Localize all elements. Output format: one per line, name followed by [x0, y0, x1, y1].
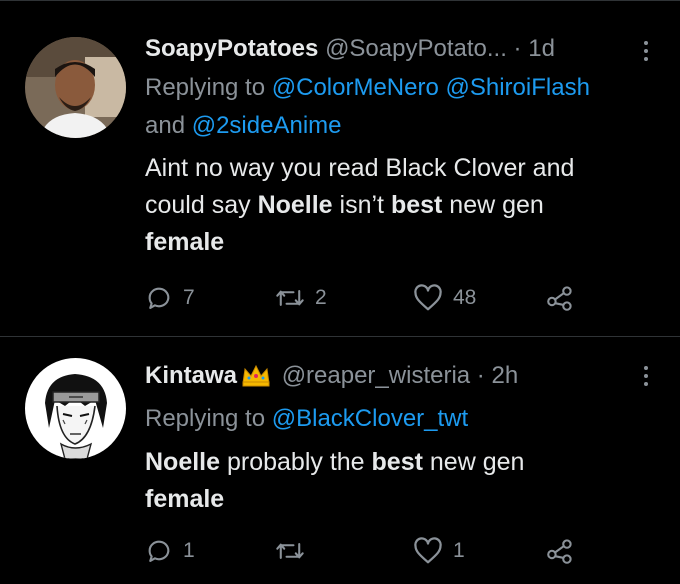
action-bar: 7 2 48 — [145, 283, 585, 313]
mention-joiner: and — [145, 112, 186, 139]
text-segment: isn’t — [332, 191, 391, 219]
display-name[interactable]: Kintawa — [145, 362, 237, 389]
separator-dot: · — [513, 35, 522, 62]
retweet-icon — [276, 543, 304, 559]
replying-prefix: Replying to — [145, 74, 266, 101]
reply-button[interactable]: 1 — [145, 536, 195, 566]
retweet-icon — [276, 290, 304, 306]
avatar[interactable] — [25, 37, 126, 138]
reply-count: 7 — [183, 286, 195, 309]
avatar[interactable] — [25, 358, 126, 459]
text-segment: probably the — [220, 448, 372, 476]
reply-icon — [148, 287, 170, 309]
mention-link[interactable]: @2sideAnime — [192, 112, 342, 139]
timestamp[interactable]: 2h — [491, 362, 518, 389]
reply-button[interactable]: 7 — [145, 283, 195, 313]
retweet-button[interactable] — [275, 536, 315, 566]
tweet-header: SoapyPotatoes @SoapyPotato... · 1d — [145, 34, 660, 64]
like-count: 1 — [453, 539, 465, 562]
text-segment: new gen — [422, 448, 525, 476]
heart-icon — [414, 537, 442, 564]
user-handle[interactable]: @reaper_wisteria — [282, 362, 470, 389]
action-bar: 1 1 — [145, 536, 585, 566]
retweet-button[interactable]: 2 — [275, 283, 327, 313]
text-segment-bold: Noelle — [257, 191, 333, 219]
text-segment: new gen — [442, 191, 544, 219]
display-name[interactable]: SoapyPotatoes — [145, 35, 318, 62]
replying-to: Replying to @ColorMeNero @ShiroiFlash an… — [145, 69, 660, 145]
like-count: 48 — [453, 286, 477, 309]
avatar-illustration — [25, 358, 126, 459]
text-segment-bold: best — [371, 448, 423, 476]
timestamp[interactable]: 1d — [528, 35, 555, 62]
like-button[interactable]: 48 — [413, 283, 476, 313]
like-button[interactable]: 1 — [413, 536, 465, 566]
avatar-photo — [25, 37, 126, 138]
more-options-icon[interactable] — [636, 36, 656, 66]
tweet[interactable]: SoapyPotatoes @SoapyPotato... · 1d Reply… — [0, 0, 680, 336]
share-button[interactable] — [545, 536, 575, 566]
text-segment-bold: female — [145, 228, 225, 256]
replying-prefix: Replying to — [145, 405, 266, 432]
reply-icon — [148, 540, 170, 562]
crown-icon — [241, 363, 271, 395]
user-handle[interactable]: @SoapyPotato... — [325, 35, 507, 62]
separator-dot: · — [476, 362, 485, 389]
retweet-count: 2 — [315, 286, 327, 309]
tweet-text: Noelle probably the best new gen female — [145, 444, 640, 518]
heart-icon — [414, 284, 442, 311]
tweet[interactable]: Kintawa @reaper_wisteria · 2h Replying t… — [0, 337, 680, 584]
mention-link[interactable]: @ShiroiFlash — [446, 74, 590, 101]
text-segment-bold: Noelle — [145, 448, 221, 476]
share-icon — [547, 539, 572, 564]
reply-count: 1 — [183, 539, 195, 562]
share-button[interactable] — [545, 283, 575, 313]
replying-to: Replying to @BlackClover_twt — [145, 400, 660, 438]
tweet-text: Aint no way you read Black Clover and co… — [145, 150, 640, 261]
mention-link[interactable]: @ColorMeNero — [272, 74, 439, 101]
tweet-header: Kintawa @reaper_wisteria · 2h — [145, 361, 660, 395]
mention-link[interactable]: @BlackClover_twt — [272, 405, 468, 432]
share-icon — [547, 286, 572, 311]
more-options-icon[interactable] — [636, 361, 656, 391]
text-segment-bold: best — [390, 191, 443, 219]
text-segment-bold: female — [145, 485, 225, 513]
